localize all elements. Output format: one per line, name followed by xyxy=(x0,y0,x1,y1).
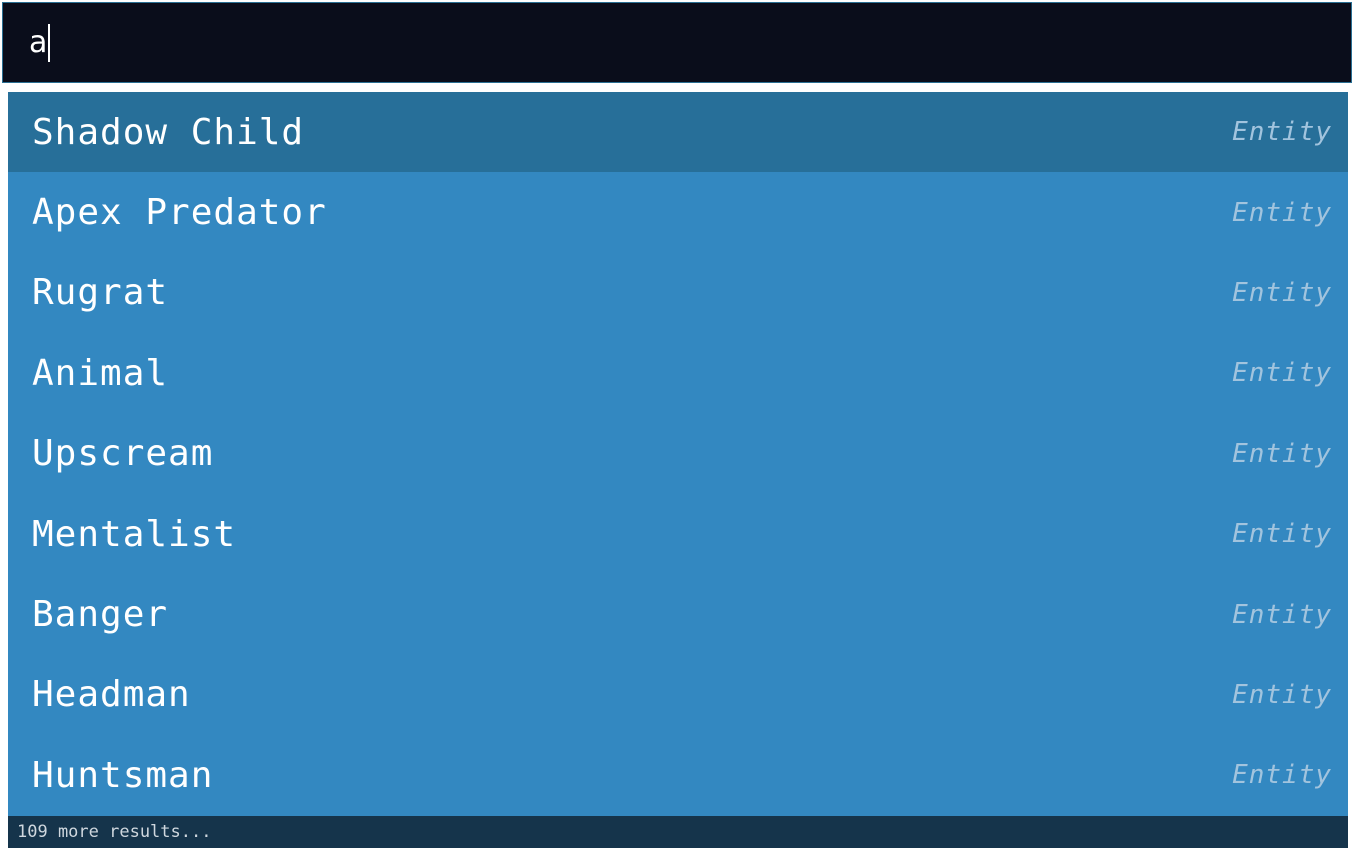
result-item[interactable]: Animal Entity xyxy=(8,333,1348,413)
result-label: Shadow Child xyxy=(32,111,305,153)
result-item[interactable]: Apex Predator Entity xyxy=(8,172,1348,252)
result-type: Entity xyxy=(1232,679,1332,710)
result-item[interactable]: Mentalist Entity xyxy=(8,494,1348,574)
result-type: Entity xyxy=(1232,438,1332,469)
result-item[interactable]: Upscream Entity xyxy=(8,414,1348,494)
result-label: Banger xyxy=(32,594,169,636)
result-label: Rugrat xyxy=(32,272,169,314)
more-results-text: 109 more results... xyxy=(17,822,212,842)
result-type: Entity xyxy=(1232,277,1332,308)
result-type: Entity xyxy=(1232,197,1332,228)
result-label: Upscream xyxy=(32,433,214,475)
results-list: Shadow Child Entity Apex Predator Entity… xyxy=(8,92,1348,816)
result-item[interactable]: Banger Entity xyxy=(8,574,1348,654)
result-type: Entity xyxy=(1232,358,1332,389)
result-label: Apex Predator xyxy=(32,192,327,234)
result-label: Animal xyxy=(32,352,169,394)
result-type: Entity xyxy=(1232,519,1332,550)
result-item[interactable]: Shadow Child Entity xyxy=(8,92,1348,173)
result-label: Headman xyxy=(32,674,191,716)
result-type: Entity xyxy=(1232,117,1332,148)
result-item[interactable]: Headman Entity xyxy=(8,655,1348,735)
result-label: Huntsman xyxy=(32,754,214,796)
result-item[interactable]: Rugrat Entity xyxy=(8,253,1348,333)
more-results-bar: 109 more results... xyxy=(8,816,1348,848)
search-bar[interactable]: a xyxy=(2,2,1352,83)
result-item[interactable]: Huntsman Entity xyxy=(8,735,1348,815)
search-input[interactable]: a xyxy=(29,27,47,58)
result-type: Entity xyxy=(1232,599,1332,630)
result-label: Mentalist xyxy=(32,513,237,555)
result-type: Entity xyxy=(1232,760,1332,791)
text-caret xyxy=(48,23,51,62)
